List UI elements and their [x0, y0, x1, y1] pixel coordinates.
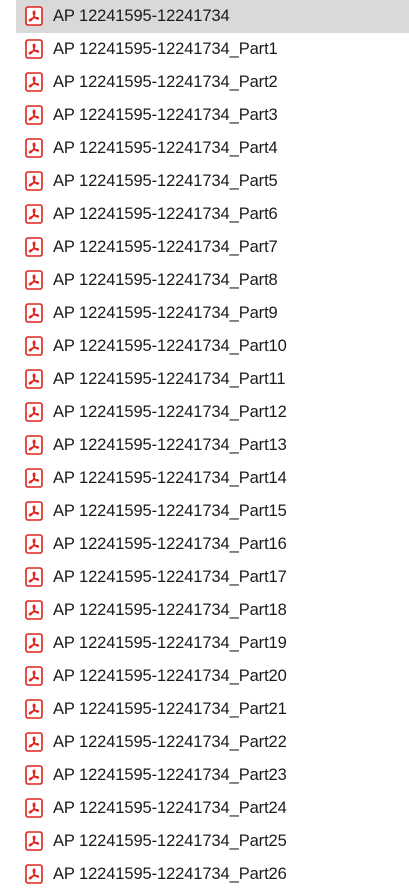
file-name: AP 12241595-12241734_Part2 [53, 73, 278, 91]
file-row[interactable]: AP 12241595-12241734_Part13 [0, 429, 409, 462]
file-name: AP 12241595-12241734_Part1 [53, 40, 278, 58]
file-row[interactable]: AP 12241595-12241734_Part17 [0, 561, 409, 594]
pdf-icon [25, 237, 43, 257]
file-row[interactable]: AP 12241595-12241734_Part21 [0, 693, 409, 726]
file-name: AP 12241595-12241734 [53, 7, 230, 25]
file-row[interactable]: AP 12241595-12241734_Part9 [0, 297, 409, 330]
file-name: AP 12241595-12241734_Part23 [53, 766, 287, 784]
pdf-icon [25, 501, 43, 521]
file-name: AP 12241595-12241734_Part3 [53, 106, 278, 124]
file-name: AP 12241595-12241734_Part14 [53, 469, 287, 487]
file-name: AP 12241595-12241734_Part19 [53, 634, 287, 652]
file-row-selected[interactable]: AP 12241595-12241734 [16, 0, 409, 33]
file-row[interactable]: AP 12241595-12241734_Part19 [0, 627, 409, 660]
file-row[interactable]: AP 12241595-12241734_Part16 [0, 528, 409, 561]
file-name: AP 12241595-12241734_Part6 [53, 205, 278, 223]
pdf-icon [25, 303, 43, 323]
pdf-icon [25, 402, 43, 422]
file-row[interactable]: AP 12241595-12241734_Part2 [0, 66, 409, 99]
pdf-icon [25, 6, 43, 26]
pdf-icon [25, 39, 43, 59]
file-name: AP 12241595-12241734_Part24 [53, 799, 287, 817]
file-name: AP 12241595-12241734_Part12 [53, 403, 287, 421]
file-row[interactable]: AP 12241595-12241734_Part7 [0, 231, 409, 264]
file-name: AP 12241595-12241734_Part26 [53, 865, 287, 883]
file-name: AP 12241595-12241734_Part22 [53, 733, 287, 751]
file-row[interactable]: AP 12241595-12241734_Part26 [0, 858, 409, 891]
file-row[interactable]: AP 12241595-12241734_Part6 [0, 198, 409, 231]
file-name: AP 12241595-12241734_Part10 [53, 337, 287, 355]
file-name: AP 12241595-12241734_Part13 [53, 436, 287, 454]
pdf-icon [25, 831, 43, 851]
file-row[interactable]: AP 12241595-12241734_Part1 [0, 33, 409, 66]
file-row[interactable]: AP 12241595-12241734_Part15 [0, 495, 409, 528]
file-row[interactable]: AP 12241595-12241734_Part11 [0, 363, 409, 396]
file-row[interactable]: AP 12241595-12241734_Part8 [0, 264, 409, 297]
file-name: AP 12241595-12241734_Part7 [53, 238, 278, 256]
file-name: AP 12241595-12241734_Part16 [53, 535, 287, 553]
file-name: AP 12241595-12241734_Part9 [53, 304, 278, 322]
file-name: AP 12241595-12241734_Part21 [53, 700, 287, 718]
pdf-icon [25, 666, 43, 686]
pdf-icon [25, 765, 43, 785]
pdf-icon [25, 633, 43, 653]
pdf-icon [25, 435, 43, 455]
pdf-icon [25, 699, 43, 719]
pdf-icon [25, 105, 43, 125]
pdf-icon [25, 468, 43, 488]
file-name: AP 12241595-12241734_Part11 [53, 370, 286, 388]
file-row[interactable]: AP 12241595-12241734_Part20 [0, 660, 409, 693]
pdf-icon [25, 270, 43, 290]
file-name: AP 12241595-12241734_Part20 [53, 667, 287, 685]
file-row[interactable]: AP 12241595-12241734_Part18 [0, 594, 409, 627]
file-row[interactable]: AP 12241595-12241734_Part14 [0, 462, 409, 495]
file-name: AP 12241595-12241734_Part25 [53, 832, 287, 850]
file-name: AP 12241595-12241734_Part18 [53, 601, 287, 619]
file-name: AP 12241595-12241734_Part17 [53, 568, 287, 586]
file-row[interactable]: AP 12241595-12241734_Part3 [0, 99, 409, 132]
file-name: AP 12241595-12241734_Part8 [53, 271, 278, 289]
pdf-icon [25, 204, 43, 224]
file-name: AP 12241595-12241734_Part5 [53, 172, 278, 190]
pdf-icon [25, 171, 43, 191]
pdf-icon [25, 864, 43, 884]
file-list: AP 12241595-12241734 AP 12241595-12241734… [0, 0, 409, 891]
file-row[interactable]: AP 12241595-12241734_Part5 [0, 165, 409, 198]
file-row[interactable]: AP 12241595-12241734_Part12 [0, 396, 409, 429]
file-row[interactable]: AP 12241595-12241734_Part22 [0, 726, 409, 759]
file-row[interactable]: AP 12241595-12241734_Part23 [0, 759, 409, 792]
file-row[interactable]: AP 12241595-12241734_Part24 [0, 792, 409, 825]
pdf-icon [25, 567, 43, 587]
file-row[interactable]: AP 12241595-12241734_Part25 [0, 825, 409, 858]
pdf-icon [25, 600, 43, 620]
pdf-icon [25, 798, 43, 818]
file-row[interactable]: AP 12241595-12241734_Part4 [0, 132, 409, 165]
pdf-icon [25, 336, 43, 356]
file-name: AP 12241595-12241734_Part4 [53, 139, 278, 157]
pdf-icon [25, 732, 43, 752]
file-row[interactable]: AP 12241595-12241734_Part10 [0, 330, 409, 363]
pdf-icon [25, 534, 43, 554]
pdf-icon [25, 72, 43, 92]
pdf-icon [25, 369, 43, 389]
file-name: AP 12241595-12241734_Part15 [53, 502, 287, 520]
pdf-icon [25, 138, 43, 158]
